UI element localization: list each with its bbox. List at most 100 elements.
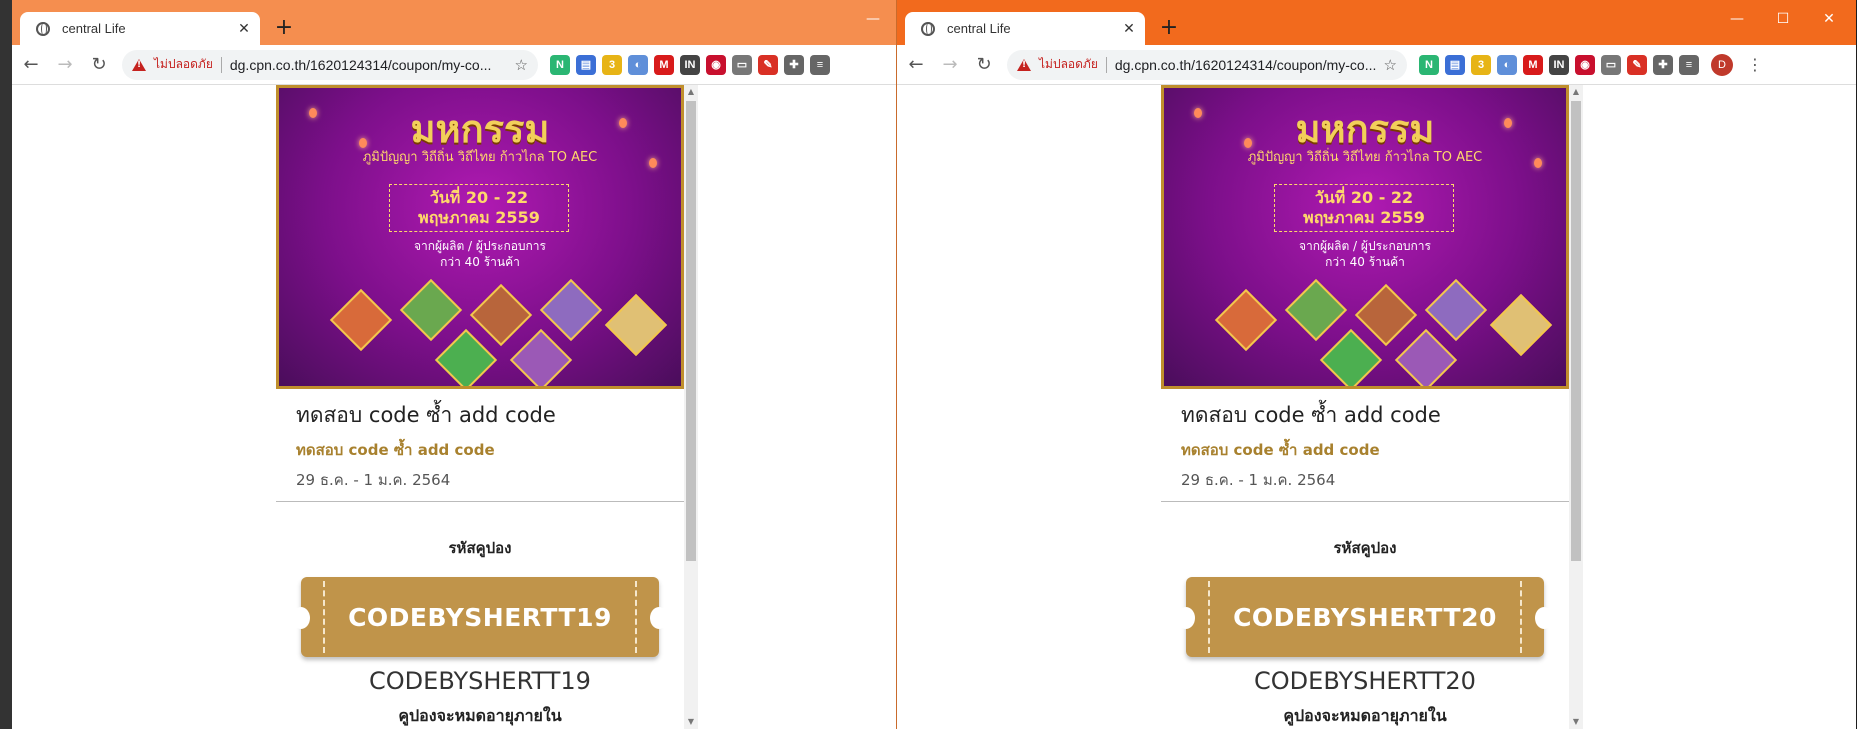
scrollbar-thumb[interactable] <box>1571 101 1581 561</box>
printer-extension-icon[interactable]: ▤ <box>1445 54 1465 75</box>
chat-extension-icon[interactable]: ▭ <box>732 54 752 75</box>
food-diamond <box>509 328 573 386</box>
coupon-code-label: รหัสคูปอง <box>448 539 512 557</box>
food-diamond <box>539 278 603 342</box>
in-extension-icon[interactable]: IN <box>680 54 700 75</box>
coupon-expire-text: คูปองจะหมดอายุภายใน <box>398 706 562 725</box>
circle-extension-icon[interactable]: ◐ <box>628 54 648 75</box>
new-tab-button[interactable]: + <box>270 15 298 43</box>
browser-tab[interactable]: central Life ✕ <box>905 12 1145 45</box>
banner-maker-line2: กว่า 40 ร้านค้า <box>440 255 520 269</box>
coupon-ticket[interactable]: CODEBYSHERTT19 <box>292 577 668 657</box>
profile-avatar[interactable]: D <box>1711 53 1733 76</box>
banner-subline: ภูมิปัญญา วิถีถิ่น วิถีไทย ก้าวไกล TO AE… <box>1247 150 1483 165</box>
divider <box>220 56 222 73</box>
media-extension-icon[interactable]: ≡ <box>810 54 830 75</box>
n-extension-icon[interactable]: N <box>550 54 570 75</box>
menu-kebab-icon[interactable]: ⋮ <box>1747 55 1763 74</box>
reload-button[interactable]: ↻ <box>84 50 114 80</box>
close-window-button[interactable]: ✕ <box>1806 8 1852 30</box>
scroll-up-icon[interactable]: ▲ <box>1569 85 1583 99</box>
globe-icon <box>36 21 50 36</box>
minimize-button[interactable]: — <box>850 8 896 30</box>
chat-extension-icon[interactable]: ▭ <box>1601 54 1621 75</box>
lastpass-extension-icon[interactable]: ◉ <box>706 54 726 75</box>
coupon-info: ทดสอบ code ซ้ำ add code ทดสอบ code ซ้ำ a… <box>276 389 684 502</box>
bookmark-star-icon[interactable]: ☆ <box>1384 56 1397 74</box>
back-button[interactable]: ← <box>16 50 46 80</box>
circle-extension-icon[interactable]: ◐ <box>1497 54 1517 75</box>
puzzle-extension-icon[interactable]: ✚ <box>1653 54 1673 75</box>
window-controls: — <box>850 8 896 30</box>
in-extension-icon[interactable]: IN <box>1549 54 1569 75</box>
coupon-code: CODEBYSHERTT19 <box>348 602 612 632</box>
promo-banner-image: มหกรรม ภูมิปัญญา วิถีถิ่น วิถีไทย ก้าวไก… <box>1161 85 1569 389</box>
address-bar[interactable]: ไม่ปลอดภัย dg.cpn.co.th/1620124314/coupo… <box>1007 49 1407 80</box>
banner-maker-line2: กว่า 40 ร้านค้า <box>1325 255 1405 269</box>
banner-maker-line1: จากผู้ผลิต / ผู้ประกอบการ <box>1299 239 1431 253</box>
n-extension-icon[interactable]: N <box>1419 54 1439 75</box>
url-text[interactable]: dg.cpn.co.th/1620124314/coupon/my-co... <box>230 57 509 73</box>
back-button[interactable]: ← <box>901 50 931 80</box>
coupon-ticket[interactable]: CODEBYSHERTT20 <box>1177 577 1553 657</box>
reload-button[interactable]: ↻ <box>969 50 999 80</box>
coupon-title: ทดสอบ code ซ้ำ add code <box>1181 403 1441 427</box>
page-content: มหกรรม ภูมิปัญญา วิถีถิ่น วิถีไทย ก้าวไก… <box>897 85 1856 729</box>
food-diamond <box>1489 293 1553 357</box>
bookmark-star-icon[interactable]: ☆ <box>515 56 528 74</box>
address-bar[interactable]: ไม่ปลอดภัย dg.cpn.co.th/1620124314/coupo… <box>122 49 538 80</box>
coupon-subtitle: ทดสอบ code ซ้ำ add code <box>1181 441 1380 459</box>
red-square-extension-icon[interactable]: ✎ <box>758 54 778 75</box>
printer-extension-icon[interactable]: ▤ <box>576 54 596 75</box>
warning-icon <box>1017 58 1031 71</box>
browser-toolbar: ← → ↻ ไม่ปลอดภัย dg.cpn.co.th/1620124314… <box>897 45 1856 85</box>
warning-icon <box>132 58 146 71</box>
ticket-perforation <box>1520 581 1522 653</box>
banner-dates-line1: วันที่ 20 - 22 <box>429 188 529 207</box>
banner-subline: ภูมิปัญญา วิถีถิ่น วิถีไทย ก้าวไกล TO AE… <box>362 150 598 165</box>
not-secure-label: ไม่ปลอดภัย <box>1039 57 1098 71</box>
food-diamond <box>1394 328 1458 386</box>
forward-button[interactable]: → <box>935 50 965 80</box>
media-extension-icon[interactable]: ≡ <box>1679 54 1699 75</box>
scroll-down-icon[interactable]: ▼ <box>1569 715 1583 729</box>
tab-title: central Life <box>62 21 126 36</box>
bulb-extension-icon[interactable]: 3 <box>1471 54 1491 75</box>
tab-strip: central Life ✕ + — <box>12 0 896 45</box>
banner-dates: วันที่ 20 - 22 พฤษภาคม 2559 <box>389 184 569 232</box>
forward-button[interactable]: → <box>50 50 80 80</box>
m-extension-icon[interactable]: M <box>654 54 674 75</box>
not-secure-label: ไม่ปลอดภัย <box>154 57 213 71</box>
browser-toolbar: ← → ↻ ไม่ปลอดภัย dg.cpn.co.th/1620124314… <box>12 45 896 85</box>
page-content: มหกรรม ภูมิปัญญา วิถีถิ่น วิถีไทย ก้าวไก… <box>12 85 896 729</box>
browser-tab[interactable]: central Life ✕ <box>20 12 260 45</box>
ticket-perforation <box>323 581 325 653</box>
tab-title: central Life <box>947 21 1011 36</box>
scrollbar[interactable]: ▲ ▼ <box>1569 85 1583 729</box>
coupon-code-label: รหัสคูปอง <box>1333 539 1397 557</box>
scroll-down-icon[interactable]: ▼ <box>684 715 698 729</box>
banner-maker: จากผู้ผลิต / ผู้ประกอบการ กว่า 40 ร้านค้… <box>279 238 681 270</box>
scrollbar-thumb[interactable] <box>686 101 696 561</box>
red-square-extension-icon[interactable]: ✎ <box>1627 54 1647 75</box>
new-tab-button[interactable]: + <box>1155 15 1183 43</box>
banner-maker: จากผู้ผลิต / ผู้ประกอบการ กว่า 40 ร้านค้… <box>1164 238 1566 270</box>
food-diamond <box>1284 278 1348 342</box>
scrollbar[interactable]: ▲ ▼ <box>684 85 698 729</box>
food-diamond <box>399 278 463 342</box>
url-text[interactable]: dg.cpn.co.th/1620124314/coupon/my-co... <box>1115 57 1378 73</box>
minimize-button[interactable]: — <box>1714 8 1760 30</box>
scroll-up-icon[interactable]: ▲ <box>684 85 698 99</box>
m-extension-icon[interactable]: M <box>1523 54 1543 75</box>
food-diamond <box>604 293 668 357</box>
coupon-code: CODEBYSHERTT20 <box>1233 602 1497 632</box>
food-diamond <box>1424 278 1488 342</box>
close-tab-icon[interactable]: ✕ <box>1117 21 1141 37</box>
puzzle-extension-icon[interactable]: ✚ <box>784 54 804 75</box>
coupon-card: มหกรรม ภูมิปัญญา วิถีถิ่น วิถีไทย ก้าวไก… <box>1161 85 1569 729</box>
extensions-bar: N ▤ 3 ◐ M IN ◉ ▭ ✎ ✚ ≡ D ⋮ <box>1419 53 1763 76</box>
close-tab-icon[interactable]: ✕ <box>232 21 256 37</box>
bulb-extension-icon[interactable]: 3 <box>602 54 622 75</box>
lastpass-extension-icon[interactable]: ◉ <box>1575 54 1595 75</box>
maximize-button[interactable]: ☐ <box>1760 8 1806 30</box>
